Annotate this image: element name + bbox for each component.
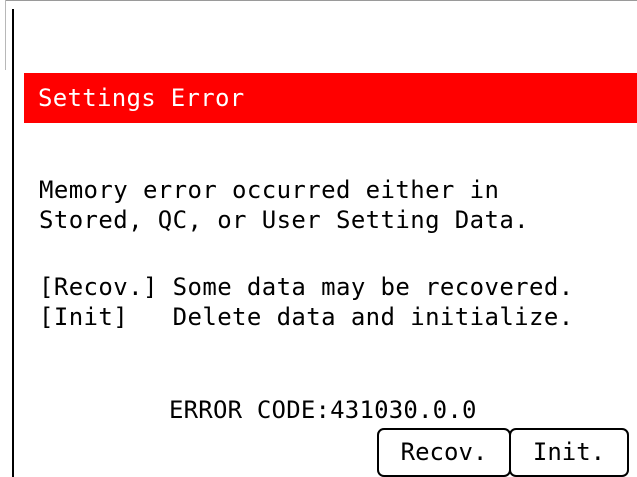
- message-line-2: Stored, QC, or User Setting Data.: [39, 206, 530, 234]
- option-init-description: [Init] Delete data and initialize.: [39, 303, 574, 331]
- error-dialog: Settings Error Memory error occurred eit…: [12, 9, 637, 477]
- dialog-title: Settings Error: [38, 84, 245, 112]
- option-recover-description: [Recov.] Some data may be recovered.: [39, 273, 574, 301]
- message-line-1: Memory error occurred either in: [39, 176, 500, 204]
- error-code: ERROR CODE:431030.0.0: [169, 396, 477, 424]
- recover-button[interactable]: Recov.: [377, 428, 511, 477]
- init-button[interactable]: Init.: [509, 428, 629, 477]
- window-left-edge: [0, 0, 6, 70]
- title-bar: Settings Error: [24, 73, 637, 123]
- window-top-border: [0, 0, 637, 8]
